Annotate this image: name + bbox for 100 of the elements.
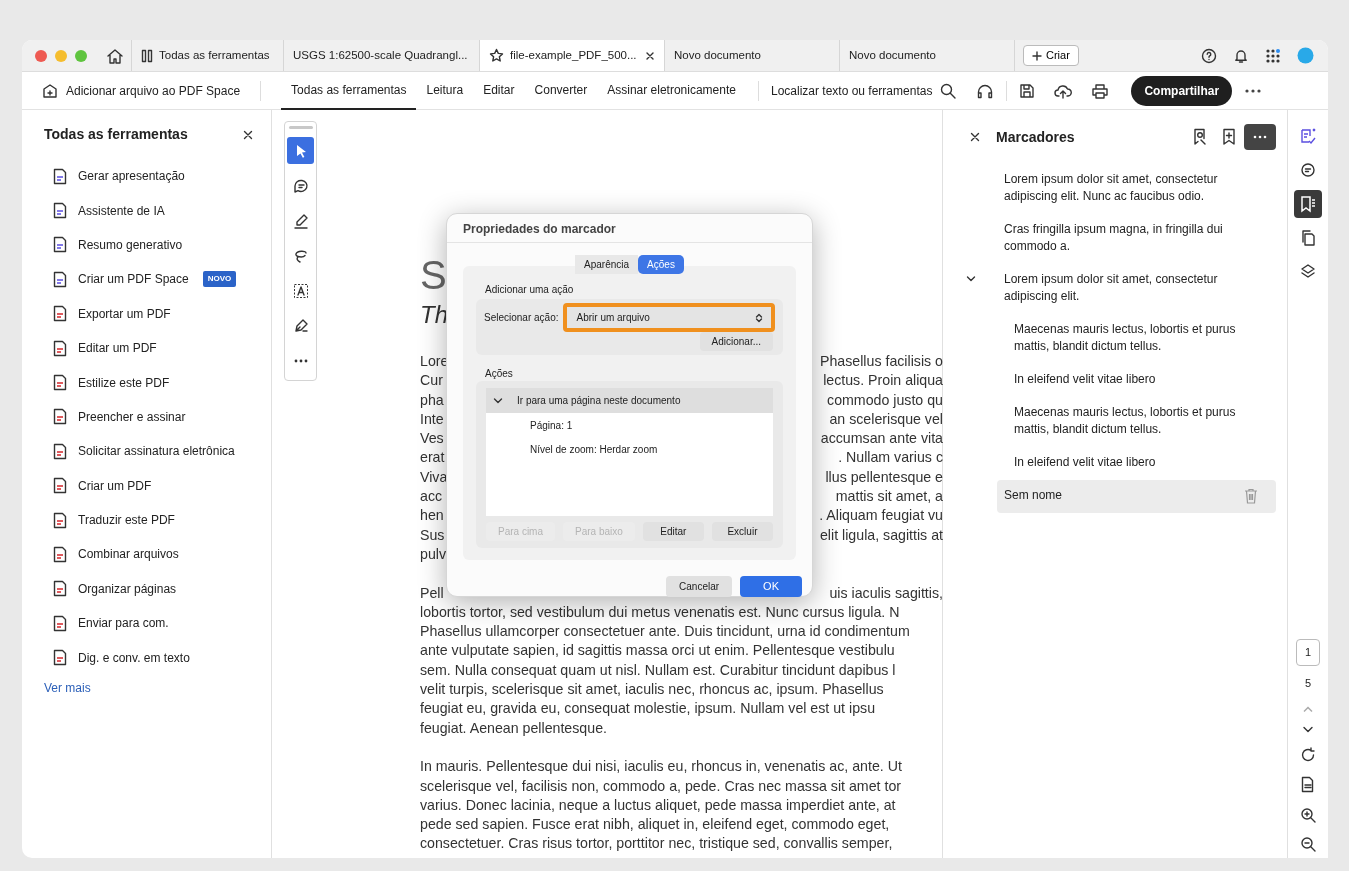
side-panel-button[interactable]	[1294, 190, 1322, 218]
bookmark-item[interactable]: Maecenas mauris lectus, lobortis et purus mattis, blandit dictum tellus.	[1014, 314, 1276, 364]
panel-title: Todas as ferramentas	[44, 125, 188, 144]
action-select[interactable]: Abrir um arquivo	[562, 303, 775, 332]
document-text: Inte	[420, 409, 444, 429]
bookmark-item[interactable]: In eleifend velit vitae libero	[1014, 447, 1276, 480]
document-text: feugiat eu, gravida eu, consequat molestie, ipsum. Nullam vel est ut ipsu	[420, 699, 876, 719]
document-icon	[52, 236, 68, 254]
help-icon[interactable]	[1201, 47, 1217, 64]
bookmark-item[interactable]: Sem nome	[997, 480, 1276, 513]
share-button[interactable]: Compartilhar	[1131, 75, 1233, 106]
dialog-tab[interactable]: Aparência	[575, 255, 639, 274]
document-icon	[52, 580, 68, 598]
browser-tab[interactable]: Novo documento	[664, 40, 839, 71]
dialog-tab[interactable]: Ações	[638, 255, 684, 274]
bookmark-search-icon[interactable]	[1192, 128, 1208, 146]
add-button[interactable]: Adicionar...	[699, 332, 773, 351]
chevron-down-icon[interactable]	[1302, 726, 1314, 734]
document-text: pede sed sapien. Fusce erat nibh, aliquet in, eleifend eget, commodo eget,	[420, 815, 890, 835]
page-count: 5	[1304, 675, 1312, 691]
new-badge: NOVO	[202, 271, 237, 288]
menu-tab[interactable]: Assinar eletronicamente	[597, 71, 746, 110]
fit-page-icon[interactable]	[1300, 776, 1316, 794]
bookmark-item[interactable]: Maecenas mauris lectus, lobortis et purus mattis, blandit dictum tellus.	[1014, 397, 1276, 447]
tool-item[interactable]: Assistente de IA	[44, 193, 271, 228]
browser-tab[interactable]: file-example_PDF_500...	[479, 40, 664, 71]
document-subheading: Th	[420, 300, 448, 330]
cloud-upload-icon[interactable]	[1054, 82, 1073, 99]
bookmark-item[interactable]: Cras fringilla ipsum magna, in fringilla dui commodo a.	[944, 214, 1276, 264]
dialog-title: Propriedades do marcador	[447, 214, 812, 243]
document-text: Sus	[420, 525, 445, 545]
dialog-button[interactable]: Editar	[642, 522, 704, 541]
bookmark-label: Lorem ipsum dolor sit amet, consectetur adipiscing elit. Nunc ac faucibus odio.	[1004, 171, 1219, 205]
ai-summary-icon	[1299, 127, 1317, 145]
tool-item[interactable]: Estilize este PDF	[44, 365, 271, 400]
add-to-space-button[interactable]: Adicionar arquivo ao PDF Space	[42, 81, 241, 100]
rotate-icon[interactable]	[1300, 747, 1316, 763]
tool-item[interactable]: Preencher e assinar	[44, 399, 271, 435]
search-button[interactable]: Localizar texto ou ferramentas	[770, 81, 957, 100]
tool-label: Assistente de IA	[78, 202, 165, 220]
tool-label: Editar um PDF	[78, 340, 157, 358]
tab-label: Novo documento	[849, 47, 937, 63]
close-icon[interactable]	[243, 129, 253, 140]
tool-item[interactable]: Exportar um PDF	[44, 296, 271, 331]
zoom-in-icon[interactable]	[1300, 807, 1316, 823]
tool-item[interactable]: Solicitar assinatura eletrônica	[44, 434, 271, 469]
cancel-button[interactable]: Cancelar	[666, 576, 733, 597]
home-icon[interactable]	[106, 47, 124, 64]
document-text: lobortis tortor, sed vestibulum dui metus venenatis est. Nunc cursus ligula. N	[420, 602, 900, 622]
see-more-link[interactable]: Ver mais	[44, 678, 91, 697]
tool-item[interactable]: Editar um PDF	[44, 330, 271, 366]
printer-icon[interactable]	[1091, 82, 1110, 99]
tool-label: Organizar páginas	[78, 580, 177, 598]
add-bookmark-icon[interactable]	[1222, 128, 1236, 146]
window-control[interactable]	[35, 49, 47, 62]
apps-grid-icon[interactable]	[1265, 47, 1281, 64]
document-icon	[52, 614, 68, 632]
tool-item[interactable]: Gerar apresentação	[44, 159, 271, 194]
create-button[interactable]: Criar	[1023, 45, 1079, 66]
tool-item[interactable]: Enviar para com.	[44, 606, 271, 641]
document-icon	[52, 546, 68, 563]
document-icon	[52, 511, 68, 529]
zoom-out-icon[interactable]	[1300, 836, 1316, 852]
chevron-icon[interactable]	[493, 396, 503, 405]
bookmark-item[interactable]: In eleifend velit vitae libero	[1014, 364, 1276, 397]
document-text: scelerisque vel, facilisis non, commodo a, pede. Cras nec massa sit amet tor	[420, 776, 901, 796]
browser-tab[interactable]: Todas as ferramentas	[131, 40, 283, 71]
bookmark-item[interactable]: Lorem ipsum dolor sit amet, consectetur adipiscing elit. Nunc ac faucibus odio.	[944, 164, 1276, 214]
tool-label: Preencher e assinar	[78, 408, 186, 426]
menu-tab[interactable]: Todas as ferramentas	[281, 71, 417, 110]
tool-item[interactable]: Dig. e conv. em texto	[44, 640, 271, 675]
more-button[interactable]	[1244, 124, 1276, 150]
close-icon[interactable]	[645, 50, 655, 61]
tool-item[interactable]: Organizar páginas	[44, 571, 271, 607]
more-icon[interactable]	[1244, 87, 1263, 94]
close-icon[interactable]	[970, 132, 980, 142]
bell-icon[interactable]	[1233, 47, 1249, 64]
menu-tab[interactable]: Converter	[524, 71, 598, 110]
tool-item[interactable]: Traduzir este PDF	[44, 502, 271, 538]
action-row[interactable]: Ir para uma página neste documento	[486, 388, 773, 413]
page-number-field[interactable]: 1	[1296, 638, 1320, 666]
tool-item[interactable]: Criar um PDF	[44, 468, 271, 503]
menu-tab[interactable]: Editar	[473, 71, 525, 110]
tool-item[interactable]: Resumo generativo	[44, 227, 271, 263]
document-text: sem. Nulla consequat quam ut nisl. Nullam est. Curabitur tincidunt dapibus l	[420, 660, 896, 680]
browser-tab[interactable]: Novo documento	[839, 40, 1014, 71]
document-text: velit turpis, scelerisque sit amet, iaculis nec, rhoncus ac, ipsum. Phasellus	[420, 680, 884, 700]
tool-item[interactable]: Criar um PDF Space NOVO	[44, 262, 271, 297]
save-icon[interactable]	[1019, 82, 1036, 99]
document-icon	[52, 167, 68, 185]
plus-icon	[1032, 50, 1042, 61]
chevron-icon[interactable]	[966, 275, 976, 283]
tool-item[interactable]: Combinar arquivos	[44, 537, 271, 572]
headphones-icon[interactable]	[976, 82, 995, 99]
ok-button[interactable]: OK	[740, 576, 802, 597]
dialog-button[interactable]: Excluir	[711, 522, 773, 541]
action-detail: Nível de zoom: Herdar zoom	[529, 442, 659, 457]
document-text: ante vulputate sapien, id sagittis massa orci ut enim. Pellentesque vestibulu	[420, 641, 895, 661]
menu-tab[interactable]: Leitura	[416, 71, 474, 110]
bookmark-item[interactable]: Lorem ipsum dolor sit amet, consectetur adipiscing elit.	[944, 264, 1276, 314]
